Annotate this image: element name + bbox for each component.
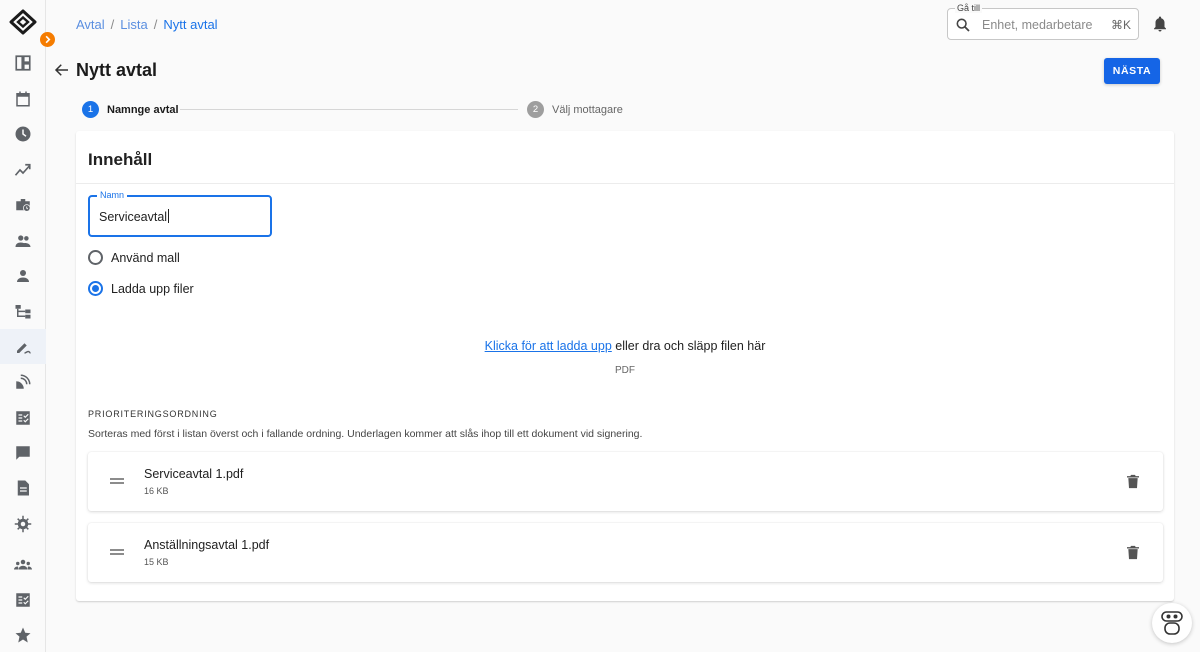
clock-icon xyxy=(15,126,31,141)
nav-calendar[interactable] xyxy=(0,81,46,116)
drag-handle-icon[interactable] xyxy=(110,476,124,486)
satellite-icon xyxy=(16,374,31,389)
nav-analytics[interactable] xyxy=(0,152,46,187)
file-size: 15 KB xyxy=(144,557,169,567)
task-list-icon xyxy=(16,592,30,607)
group-icon xyxy=(15,234,31,247)
page-title: Nytt avtal xyxy=(76,60,158,80)
upload-format: PDF xyxy=(615,365,635,376)
file-name: Serviceavtal 1.pdf xyxy=(144,467,244,481)
groups-icon xyxy=(14,559,32,569)
content-card: Innehåll Namn Serviceavtal Använd mall L… xyxy=(76,131,1174,601)
breadcrumb: Avtal / Lista / Nytt avtal xyxy=(76,17,218,32)
search-shortcut: ⌘K xyxy=(1110,18,1131,32)
nav-documents[interactable] xyxy=(0,470,46,505)
name-field-label: Namn xyxy=(97,190,128,201)
search-input[interactable]: Gå till Enhet, medarbetare ⌘K xyxy=(947,3,1139,40)
radio-label: Använd mall xyxy=(111,250,180,265)
search-legend: Gå till xyxy=(955,3,983,13)
checklist-icon xyxy=(16,410,30,425)
chat-icon xyxy=(16,445,30,460)
nav-time[interactable] xyxy=(0,116,46,151)
trash-icon[interactable] xyxy=(1125,544,1141,561)
breadcrumb-separator: / xyxy=(110,17,115,32)
file-name: Anställningsavtal 1.pdf xyxy=(144,538,270,552)
help-assistant-button[interactable] xyxy=(1152,603,1192,643)
search-icon xyxy=(956,18,970,32)
nav-dashboard[interactable] xyxy=(0,45,46,80)
stepper-connector xyxy=(180,109,518,110)
nav-org[interactable] xyxy=(0,293,46,328)
nav-favorites[interactable] xyxy=(0,617,46,652)
person-icon xyxy=(17,269,29,282)
search-placeholder: Enhet, medarbetare xyxy=(982,18,1093,32)
org-chart-icon xyxy=(15,304,31,318)
upload-hint: eller dra och släpp filen här xyxy=(611,339,766,353)
name-field[interactable]: Namn Serviceavtal xyxy=(88,190,272,237)
step-number: 1 xyxy=(82,101,99,118)
file-row[interactable]: Serviceavtal 1.pdf 16 KB xyxy=(88,452,1163,511)
radio-upload-files[interactable]: Ladda upp filer xyxy=(88,281,194,296)
upload-link[interactable]: Klicka för att ladda upp xyxy=(485,339,612,353)
settings-icon xyxy=(14,515,32,532)
step-number: 2 xyxy=(527,101,544,118)
nav-chat[interactable] xyxy=(0,435,46,470)
assistant-icon xyxy=(1161,611,1183,635)
radio-checked-icon xyxy=(88,281,103,296)
trash-icon[interactable] xyxy=(1125,473,1141,490)
breadcrumb-agreements-link[interactable]: Avtal xyxy=(76,17,105,32)
step-label: Namnge avtal xyxy=(107,103,179,116)
nav-teams[interactable] xyxy=(0,547,46,582)
divider xyxy=(76,183,1174,184)
nav-satellite[interactable] xyxy=(0,364,46,399)
bell-icon[interactable] xyxy=(1151,15,1169,33)
drag-handle-icon[interactable] xyxy=(110,547,124,557)
star-icon xyxy=(15,627,31,642)
radio-unchecked-icon xyxy=(88,250,103,265)
file-size: 16 KB xyxy=(144,486,169,496)
step-choose-recipients[interactable]: 2 Välj mottagare xyxy=(527,101,623,118)
back-arrow-icon[interactable] xyxy=(53,61,71,79)
radio-use-template[interactable]: Använd mall xyxy=(88,250,180,265)
priority-description: Sorteras med först i listan överst och i… xyxy=(88,428,643,440)
nav-tasks[interactable] xyxy=(0,582,46,617)
nav-settings[interactable] xyxy=(0,506,46,541)
trending-icon xyxy=(14,163,31,176)
card-title: Innehåll xyxy=(88,150,153,169)
nav-work-history[interactable] xyxy=(0,187,46,222)
breadcrumb-separator: / xyxy=(153,17,158,32)
calendar-icon xyxy=(16,91,30,106)
work-history-icon xyxy=(16,198,31,212)
logo-icon[interactable] xyxy=(8,9,38,35)
signature-icon xyxy=(17,342,31,354)
sidebar xyxy=(0,0,55,652)
breadcrumb-current: Nytt avtal xyxy=(163,17,218,32)
priority-title: PRIORITERINGSORDNING xyxy=(88,409,218,419)
upload-dropzone[interactable]: Klicka för att ladda upp eller dra och s… xyxy=(76,339,1174,353)
dashboard-icon xyxy=(15,54,31,71)
step-name-agreement[interactable]: 1 Namnge avtal xyxy=(82,101,179,118)
nav-groups[interactable] xyxy=(0,223,46,258)
name-field-value: Serviceavtal xyxy=(99,210,168,224)
nav-checklist[interactable] xyxy=(0,400,46,435)
radio-label: Ladda upp filer xyxy=(111,281,194,296)
document-icon xyxy=(17,480,29,495)
expand-sidebar-button[interactable] xyxy=(40,32,55,47)
next-button[interactable]: NÄSTA xyxy=(1104,58,1160,84)
step-label: Välj mottagare xyxy=(552,103,623,116)
nav-person[interactable] xyxy=(0,258,46,293)
chevron-right-icon xyxy=(45,35,51,44)
file-row[interactable]: Anställningsavtal 1.pdf 15 KB xyxy=(88,523,1163,582)
nav-agreements[interactable] xyxy=(0,329,46,364)
breadcrumb-list-link[interactable]: Lista xyxy=(120,17,147,32)
